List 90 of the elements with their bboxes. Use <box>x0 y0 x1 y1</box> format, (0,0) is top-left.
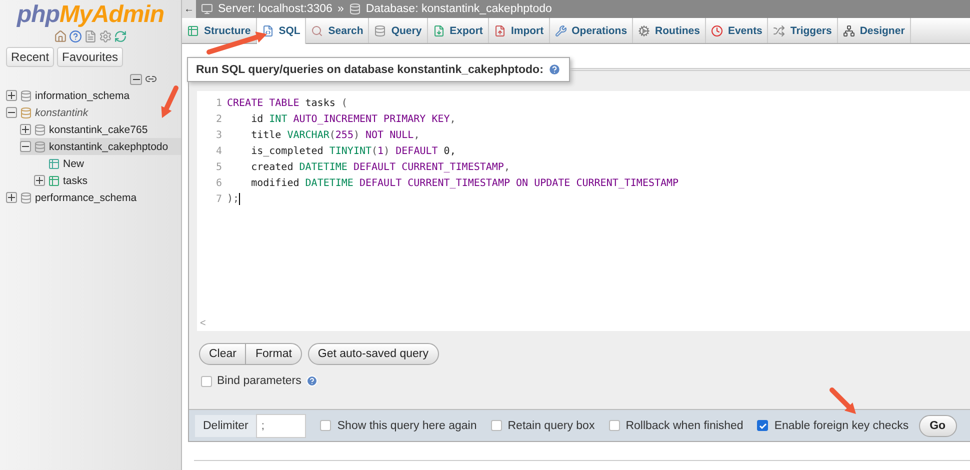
logo: phpMyAdmin <box>16 2 165 28</box>
format-button[interactable]: Format <box>245 343 302 365</box>
document-icon[interactable] <box>84 30 97 43</box>
tree-item[interactable]: performance_schema <box>6 189 181 206</box>
tree-item[interactable]: New <box>34 155 181 172</box>
search-icon <box>311 24 324 36</box>
auto-saved-query-button[interactable]: Get auto-saved query <box>308 343 438 365</box>
collapse-all-button[interactable] <box>130 74 142 84</box>
back-button[interactable]: ← <box>182 0 196 18</box>
code-line: ); <box>227 193 240 205</box>
server-icon <box>201 3 213 15</box>
checkbox-label: Retain query box <box>508 420 595 432</box>
line-number: 5 <box>214 162 223 172</box>
tab[interactable]: Triggers <box>768 18 838 43</box>
checkbox[interactable] <box>757 420 768 431</box>
database-icon <box>34 124 46 136</box>
line-number: 3 <box>214 130 223 140</box>
tab[interactable]: Export <box>428 18 489 43</box>
collapse-toggle[interactable] <box>6 107 17 118</box>
delimiter-field[interactable]: ; <box>256 414 306 438</box>
database-group-icon <box>20 106 32 118</box>
database-icon <box>374 24 386 36</box>
expand-toggle[interactable] <box>6 90 17 101</box>
tab[interactable]: Query <box>369 18 428 43</box>
tab[interactable]: Search <box>306 18 370 43</box>
checkbox-label: Bind parameters <box>217 375 302 387</box>
clock-icon <box>710 24 723 36</box>
code-line: modified DATETIME DEFAULT CURRENT_TIMESTAMP ON UPDATE CURRENT_TIMESTAMP <box>250 178 679 188</box>
tab[interactable]: Import <box>488 18 550 43</box>
import-icon <box>494 24 506 36</box>
code-line: CREATE TABLE tasks ( <box>227 98 348 108</box>
breadcrumb-separator: » <box>337 3 344 15</box>
new-table-icon <box>48 158 60 170</box>
sidebar-button[interactable]: Favourites <box>57 47 124 67</box>
server-link[interactable]: Server: localhost:3306 <box>218 3 332 15</box>
line-number: 2 <box>214 114 223 124</box>
tab[interactable]: SQL <box>256 18 306 44</box>
collapse-toggle[interactable] <box>20 141 31 152</box>
checkbox-label: Enable foreign key checks <box>774 420 909 432</box>
checkbox[interactable] <box>490 420 502 431</box>
tree-item[interactable]: konstantink <box>6 104 181 121</box>
line-number: 1 <box>214 98 223 108</box>
shuffle-icon <box>773 24 786 36</box>
wrench-icon <box>554 24 567 36</box>
line-number: 7 <box>214 194 223 204</box>
tab[interactable]: Routines <box>633 18 706 43</box>
tab[interactable]: Operations <box>550 18 634 43</box>
table-icon <box>187 24 199 36</box>
gears-icon <box>638 24 650 36</box>
checkbox[interactable] <box>201 376 212 386</box>
expand-toggle[interactable] <box>20 124 31 135</box>
tree-item[interactable]: konstantink_cake765 <box>20 121 181 138</box>
annotation-arrow <box>830 388 856 414</box>
tree-item[interactable]: konstantink_cakephptodo <box>20 138 181 155</box>
line-number: 4 <box>214 146 223 156</box>
code-line: created DATETIME DEFAULT CURRENT_TIMESTAMP, <box>250 162 510 172</box>
home-icon[interactable] <box>54 30 67 43</box>
line-number: 6 <box>214 178 223 188</box>
checkbox-label: Show this query here again <box>337 420 477 432</box>
tab[interactable]: Designer <box>838 18 911 43</box>
tab[interactable]: Events <box>706 18 768 43</box>
sidebar-button[interactable]: Recent <box>6 47 54 67</box>
code-line: title VARCHAR(255) NOT NULL, <box>250 130 420 140</box>
database-link[interactable]: Database: konstantink_cakephptodo <box>366 3 552 15</box>
panel-title: Run SQL query/queries on database konstantink_cakephptodo: <box>196 64 544 76</box>
document-icon <box>262 25 274 37</box>
link-icon[interactable] <box>145 73 157 85</box>
help-icon[interactable] <box>69 30 82 43</box>
annotation-arrow <box>161 86 178 118</box>
database-icon <box>34 140 46 152</box>
database-icon <box>20 192 32 204</box>
code-line: is_completed TINYINT(1) DEFAULT 0, <box>250 146 456 156</box>
tree-item[interactable]: information_schema <box>6 87 181 104</box>
expand-toggle[interactable] <box>6 192 17 203</box>
expand-toggle[interactable] <box>34 175 45 186</box>
reload-icon[interactable] <box>114 30 127 43</box>
tree-item[interactable]: tasks <box>34 172 181 189</box>
delimiter-label: Delimiter <box>195 414 256 436</box>
settings-icon[interactable] <box>99 30 112 43</box>
database-icon <box>348 3 361 15</box>
export-icon <box>432 24 445 36</box>
diagram-icon <box>842 24 855 36</box>
checkbox-label: Rollback when finished <box>626 420 744 432</box>
code-line: id INT AUTO_INCREMENT PRIMARY KEY, <box>250 114 456 124</box>
clear-button[interactable]: Clear <box>199 343 246 365</box>
database-icon <box>20 90 32 102</box>
go-button[interactable]: Go <box>918 414 957 436</box>
checkbox[interactable] <box>320 420 332 431</box>
checkbox[interactable] <box>608 420 620 431</box>
table-icon <box>48 174 60 186</box>
